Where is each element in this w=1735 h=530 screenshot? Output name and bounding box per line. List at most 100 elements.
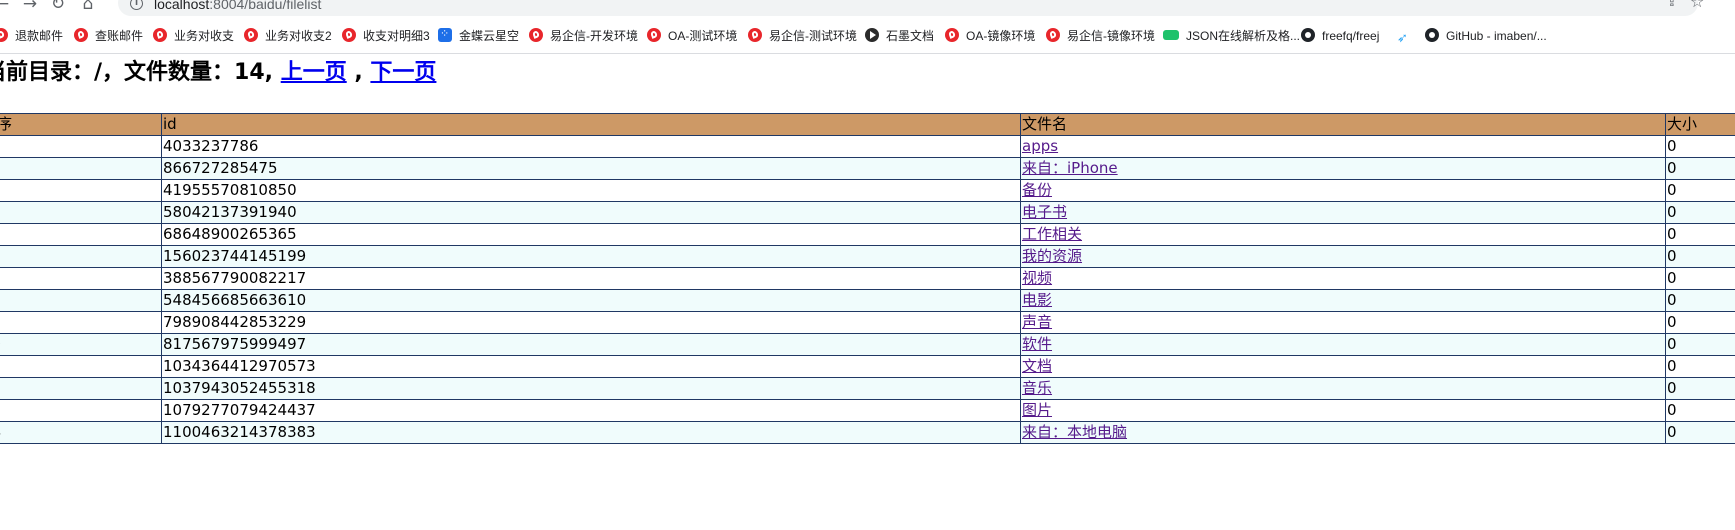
browser-toolbar: ← → ↻ ⌂ i localhost:8004/baidu/filelist … xyxy=(0,0,1735,18)
filename-link[interactable]: 图片 xyxy=(1022,401,1052,419)
cell-id: 388567790082217 xyxy=(161,267,1021,290)
file-table: 顺序 id 文件名 大小 14033237786apps028667272854… xyxy=(0,113,1735,444)
kingdee-icon xyxy=(438,26,452,42)
red-logo-icon xyxy=(945,28,959,42)
cell-order: 3 xyxy=(0,179,162,202)
filename-link[interactable]: 电子书 xyxy=(1022,203,1067,221)
red-logo-icon xyxy=(153,28,167,42)
table-row: 2866727285475来自：iPhone 0 xyxy=(0,157,1735,180)
bookmark-item[interactable]: JSON在线解析及格... xyxy=(1163,28,1300,44)
filename-link[interactable]: 音乐 xyxy=(1022,379,1052,397)
cell-order: 4 xyxy=(0,201,162,224)
table-row: 9798908442853229声音 0 xyxy=(0,311,1735,334)
table-header-row: 顺序 id 文件名 大小 xyxy=(0,113,1735,136)
table-row: 6156023744145199我的资源 0 xyxy=(0,245,1735,268)
cell-size: 0 xyxy=(1665,157,1735,180)
filename-link[interactable]: 来自：本地电脑 xyxy=(1022,423,1127,441)
bookmark-item[interactable]: 查账邮件 xyxy=(74,28,143,44)
red-logo-icon xyxy=(748,28,762,42)
back-arrow-icon[interactable]: ← xyxy=(0,0,12,14)
table-row: 568648900265365工作相关 0 xyxy=(0,223,1735,246)
bookmark-item[interactable]: 退款邮件 xyxy=(0,28,63,44)
cell-id: 866727285475 xyxy=(161,157,1021,180)
cell-size: 0 xyxy=(1665,201,1735,224)
github-icon xyxy=(1425,28,1439,42)
table-row: 10817567975999497软件 0 xyxy=(0,333,1735,356)
bookmark-item[interactable]: OA-测试环境 xyxy=(647,28,737,44)
filename-link[interactable]: 备份 xyxy=(1022,181,1052,199)
forward-arrow-icon[interactable]: → xyxy=(20,0,40,14)
home-icon[interactable]: ⌂ xyxy=(78,0,98,14)
bookmark-item[interactable]: 易企信-开发环境 xyxy=(529,28,638,44)
cell-size: 0 xyxy=(1665,245,1735,268)
bookmark-item[interactable]: ➶ xyxy=(1397,28,1418,45)
cell-id: 1037943052455318 xyxy=(161,377,1021,400)
filename-link[interactable]: apps xyxy=(1022,137,1058,155)
bookmark-item[interactable]: 石墨文档 xyxy=(865,28,934,44)
cell-size: 0 xyxy=(1665,135,1735,158)
file-table-container: 顺序 id 文件名 大小 14033237786apps028667272854… xyxy=(0,113,1735,444)
filename-link[interactable]: 我的资源 xyxy=(1022,247,1082,265)
cell-size: 0 xyxy=(1665,421,1735,444)
header-id: id xyxy=(161,113,1021,136)
bookmark-item[interactable]: 收支对明细3 xyxy=(342,28,430,44)
cell-order: 5 xyxy=(0,223,162,246)
cell-order: 12 xyxy=(0,377,162,400)
next-page-link[interactable]: 下一页 xyxy=(370,60,436,85)
bookmark-item[interactable]: GitHub - imaben/... xyxy=(1425,28,1547,44)
shimo-icon xyxy=(865,28,879,42)
url-text[interactable]: localhost:8004/baidu/filelist xyxy=(154,0,321,12)
cell-size: 0 xyxy=(1665,179,1735,202)
red-logo-icon xyxy=(647,28,661,42)
bookmark-item[interactable]: 易企信-测试环境 xyxy=(748,28,857,44)
bookmark-item[interactable]: OA-镜像环境 xyxy=(945,28,1035,44)
filename-link[interactable]: 声音 xyxy=(1022,313,1052,331)
cell-id: 1079277079424437 xyxy=(161,399,1021,422)
site-info-icon[interactable]: i xyxy=(130,0,143,10)
bookmark-star-icon[interactable]: ☆ xyxy=(1690,0,1704,11)
cell-size: 0 xyxy=(1665,399,1735,422)
link-separator: , xyxy=(354,60,363,85)
cell-size: 0 xyxy=(1665,311,1735,334)
filename-link[interactable]: 文档 xyxy=(1022,357,1052,375)
cell-id: 798908442853229 xyxy=(161,311,1021,334)
filename-link[interactable]: 软件 xyxy=(1022,335,1052,353)
cell-filename: 软件 xyxy=(1020,333,1666,356)
filename-link[interactable]: 工作相关 xyxy=(1022,225,1082,243)
cell-id: 817567975999497 xyxy=(161,333,1021,356)
directory-info: 当前目录：/，文件数量：14, xyxy=(0,60,274,85)
share-icon[interactable]: ⇪ xyxy=(1666,0,1678,10)
cell-filename: 电子书 xyxy=(1020,201,1666,224)
cell-filename: apps xyxy=(1020,135,1666,158)
cell-order: 6 xyxy=(0,245,162,268)
cell-filename: 文档 xyxy=(1020,355,1666,378)
cell-size: 0 xyxy=(1665,289,1735,312)
bookmark-item[interactable]: 易企信-镜像环境 xyxy=(1046,28,1155,44)
bookmark-item[interactable]: 金蝶云星空 xyxy=(438,26,519,44)
cell-filename: 我的资源 xyxy=(1020,245,1666,268)
bookmark-item[interactable]: 业务对收支 xyxy=(153,28,234,44)
table-row: 8548456685663610电影 0 xyxy=(0,289,1735,312)
cell-order: 8 xyxy=(0,289,162,312)
bookmark-item[interactable]: 业务对收支2 xyxy=(244,28,332,44)
cell-filename: 音乐 xyxy=(1020,377,1666,400)
red-logo-icon xyxy=(1046,28,1060,42)
reload-icon[interactable]: ↻ xyxy=(48,0,68,14)
cell-filename: 电影 xyxy=(1020,289,1666,312)
table-row: 121037943052455318音乐 0 xyxy=(0,377,1735,400)
header-size: 大小 xyxy=(1665,113,1735,136)
filename-link[interactable]: 电影 xyxy=(1022,291,1052,309)
cell-filename: 声音 xyxy=(1020,311,1666,334)
cell-size: 0 xyxy=(1665,355,1735,378)
cell-size: 0 xyxy=(1665,223,1735,246)
prev-page-link[interactable]: 上一页 xyxy=(281,60,347,85)
bookmark-item[interactable]: freefq/freej xyxy=(1301,28,1379,44)
bird-icon: ➶ xyxy=(1397,30,1408,45)
table-row: 341955570810850备份 0 xyxy=(0,179,1735,202)
filename-link[interactable]: 来自：iPhone xyxy=(1022,159,1118,177)
header-order: 顺序 xyxy=(0,113,162,136)
filename-link[interactable]: 视频 xyxy=(1022,269,1052,287)
cell-id: 68648900265365 xyxy=(161,223,1021,246)
address-bar[interactable]: i localhost:8004/baidu/filelist ⇪ ☆ xyxy=(118,0,1704,16)
cell-id: 1100463214378383 xyxy=(161,421,1021,444)
